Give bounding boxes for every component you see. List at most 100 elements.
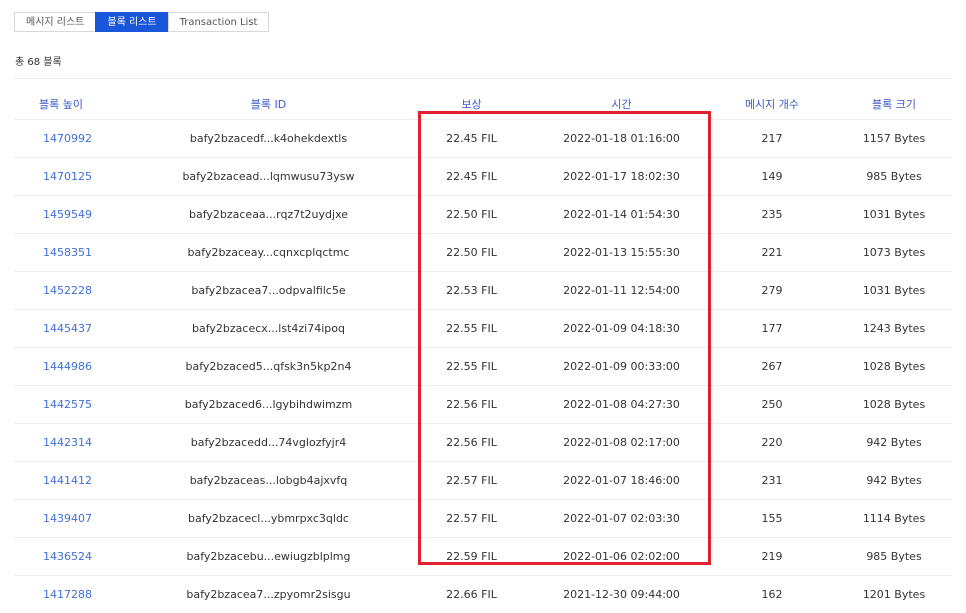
- block-height-link[interactable]: 1439407: [43, 512, 92, 525]
- message-count-cell: 149: [708, 158, 836, 196]
- reward-cell: 22.56 FIL: [408, 386, 535, 424]
- message-count-cell: 162: [708, 576, 836, 613]
- message-count-cell: 235: [708, 196, 836, 234]
- block-height-cell: 1445437: [14, 310, 129, 348]
- message-count-cell: 220: [708, 424, 836, 462]
- table-row: 1444986 bafy2bzaced5...qfsk3n5kp2n422.55 …: [14, 348, 952, 386]
- block-id-cell: bafy2bzacebu...ewiugzblplmg: [129, 538, 408, 576]
- block-size-cell: 1157 Bytes: [836, 120, 952, 158]
- block-id-cell: bafy2bzacecx...lst4zi74ipoq: [129, 310, 408, 348]
- block-height-link[interactable]: 1445437: [43, 322, 92, 335]
- block-height-link[interactable]: 1442314: [43, 436, 92, 449]
- table-row: 1439407 bafy2bzacecl...ybmrpxc3qldc22.57 …: [14, 500, 952, 538]
- block-height-link[interactable]: 1470992: [43, 132, 92, 145]
- block-id-cell: bafy2bzaced6...lgybihdwimzm: [129, 386, 408, 424]
- block-height-link[interactable]: 1470125: [43, 170, 92, 183]
- time-cell: 2022-01-07 02:03:30: [535, 500, 708, 538]
- block-height-cell: 1459549: [14, 196, 129, 234]
- time-cell: 2022-01-08 04:27:30: [535, 386, 708, 424]
- block-height-link[interactable]: 1452228: [43, 284, 92, 297]
- table-row: 1445437 bafy2bzacecx...lst4zi74ipoq22.55 …: [14, 310, 952, 348]
- block-height-link[interactable]: 1417288: [43, 588, 92, 601]
- time-cell: 2022-01-17 18:02:30: [535, 158, 708, 196]
- block-height-cell: 1442575: [14, 386, 129, 424]
- reward-cell: 22.56 FIL: [408, 424, 535, 462]
- time-cell: 2022-01-18 01:16:00: [535, 120, 708, 158]
- block-height-cell: 1452228: [14, 272, 129, 310]
- block-id-cell: bafy2bzacecl...ybmrpxc3qldc: [129, 500, 408, 538]
- reward-cell: 22.55 FIL: [408, 348, 535, 386]
- table-row: 1470125 bafy2bzacead...lqmwusu73ysw22.45 …: [14, 158, 952, 196]
- block-id-cell: bafy2bzaced5...qfsk3n5kp2n4: [129, 348, 408, 386]
- block-size-cell: 985 Bytes: [836, 158, 952, 196]
- message-count-cell: 250: [708, 386, 836, 424]
- table-row: 1470992bafy2bzacedf...k4ohekdextls22.45 …: [14, 120, 952, 158]
- time-cell: 2022-01-13 15:55:30: [535, 234, 708, 272]
- column-header-message-count[interactable]: 메시지 개수: [708, 89, 836, 120]
- block-id-cell: bafy2bzaceaa...rqz7t2uydjxe: [129, 196, 408, 234]
- block-id-cell: bafy2bzaceas...lobgb4ajxvfq: [129, 462, 408, 500]
- block-height-cell: 1436524: [14, 538, 129, 576]
- message-count-cell: 279: [708, 272, 836, 310]
- block-size-cell: 985 Bytes: [836, 538, 952, 576]
- block-height-cell: 1417288: [14, 576, 129, 613]
- message-count-cell: 231: [708, 462, 836, 500]
- message-count-cell: 267: [708, 348, 836, 386]
- block-height-cell: 1470992: [14, 120, 129, 158]
- block-height-link[interactable]: 1441412: [43, 474, 92, 487]
- tab-transaction-list[interactable]: Transaction List: [168, 12, 270, 32]
- message-count-cell: 177: [708, 310, 836, 348]
- table-row: 1417288bafy2bzacea7...zpyomr2sisgu22.66 …: [14, 576, 952, 613]
- block-height-cell: 1458351: [14, 234, 129, 272]
- reward-cell: 22.55 FIL: [408, 310, 535, 348]
- table-row: 1436524 bafy2bzacebu...ewiugzblplmg22.59 …: [14, 538, 952, 576]
- block-height-link[interactable]: 1442575: [43, 398, 92, 411]
- reward-cell: 22.50 FIL: [408, 196, 535, 234]
- reward-cell: 22.45 FIL: [408, 158, 535, 196]
- column-header-block-id[interactable]: 블록 ID: [129, 89, 408, 120]
- block-id-cell: bafy2bzacedf...k4ohekdextls: [129, 120, 408, 158]
- block-id-cell: bafy2bzacea7...odpvalfilc5e: [129, 272, 408, 310]
- column-header-block-size[interactable]: 블록 크기: [836, 89, 952, 120]
- table-row: 1459549 bafy2bzaceaa...rqz7t2uydjxe22.50 …: [14, 196, 952, 234]
- block-id-cell: bafy2bzaceay...cqnxcplqctmc: [129, 234, 408, 272]
- block-height-link[interactable]: 1458351: [43, 246, 92, 259]
- block-height-link[interactable]: 1444986: [43, 360, 92, 373]
- reward-cell: 22.66 FIL: [408, 576, 535, 613]
- total-block-count: 총 68 블록: [15, 53, 62, 68]
- block-table: 블록 높이 블록 ID 보상 시간 메시지 개수 블록 크기 1470992 ba…: [14, 89, 952, 613]
- table-header-row: 블록 높이 블록 ID 보상 시간 메시지 개수 블록 크기: [14, 89, 952, 120]
- table-row: 1452228 bafy2bzacea7...odpvalfilc5e22.53 …: [14, 272, 952, 310]
- block-height-cell: 1439407: [14, 500, 129, 538]
- block-size-cell: 1031 Bytes: [836, 196, 952, 234]
- block-size-cell: 1028 Bytes: [836, 348, 952, 386]
- block-size-cell: 1028 Bytes: [836, 386, 952, 424]
- time-cell: 2022-01-09 04:18:30: [535, 310, 708, 348]
- message-count-cell: 217: [708, 120, 836, 158]
- time-cell: 2022-01-07 18:46:00: [535, 462, 708, 500]
- table-row: 1442575 bafy2bzaced6...lgybihdwimzm22.56 …: [14, 386, 952, 424]
- table-row: 1441412bafy2bzaceas...lobgb4ajxvfq22.57 …: [14, 462, 952, 500]
- message-count-cell: 221: [708, 234, 836, 272]
- column-header-block-height[interactable]: 블록 높이: [14, 89, 129, 120]
- block-id-cell: bafy2bzacedd...74vglozfyjr4: [129, 424, 408, 462]
- message-count-cell: 219: [708, 538, 836, 576]
- block-size-cell: 1073 Bytes: [836, 234, 952, 272]
- column-header-time[interactable]: 시간: [535, 89, 708, 120]
- reward-cell: 22.57 FIL: [408, 500, 535, 538]
- time-cell: 2022-01-11 12:54:00: [535, 272, 708, 310]
- tab-message-list[interactable]: 메시지 리스트: [14, 12, 96, 32]
- time-cell: 2022-01-06 02:02:00: [535, 538, 708, 576]
- reward-cell: 22.53 FIL: [408, 272, 535, 310]
- block-id-cell: bafy2bzacead...lqmwusu73ysw: [129, 158, 408, 196]
- block-height-link[interactable]: 1436524: [43, 550, 92, 563]
- block-height-link[interactable]: 1459549: [43, 208, 92, 221]
- table-row: 1442314 bafy2bzacedd...74vglozfyjr422.56 …: [14, 424, 952, 462]
- column-header-reward[interactable]: 보상: [408, 89, 535, 120]
- reward-cell: 22.59 FIL: [408, 538, 535, 576]
- block-height-cell: 1470125: [14, 158, 129, 196]
- divider: [14, 78, 952, 79]
- block-size-cell: 942 Bytes: [836, 424, 952, 462]
- tab-block-list[interactable]: 블록 리스트: [95, 12, 168, 32]
- block-height-cell: 1441412: [14, 462, 129, 500]
